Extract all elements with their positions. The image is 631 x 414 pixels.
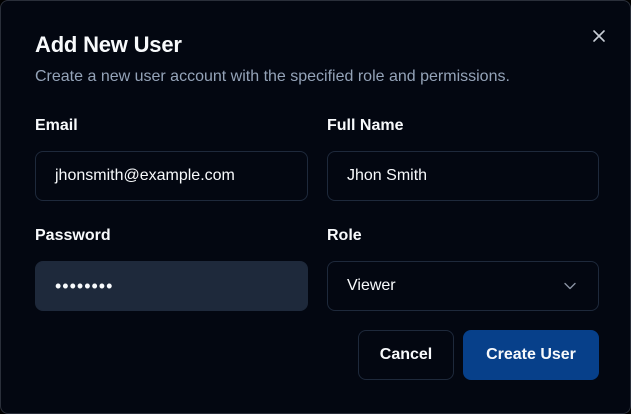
dialog-description: Create a new user account with the speci… (35, 68, 510, 85)
password-field[interactable]: •••••••• (35, 261, 308, 311)
full-name-value: Jhon Smith (347, 167, 428, 184)
email-value: jhonsmith@example.com (55, 167, 235, 184)
create-user-button[interactable]: Create User (463, 330, 599, 380)
password-label: Password (35, 227, 111, 244)
close-button[interactable] (589, 26, 609, 46)
full-name-label: Full Name (327, 117, 404, 134)
email-label: Email (35, 117, 78, 134)
email-field[interactable]: jhonsmith@example.com (35, 151, 308, 201)
full-name-field[interactable]: Jhon Smith (327, 151, 599, 201)
dialog-title: Add New User (35, 32, 182, 57)
chevron-down-icon (564, 282, 576, 290)
role-label: Role (327, 227, 362, 244)
cancel-button[interactable]: Cancel (358, 330, 454, 380)
role-selected-value: Viewer (347, 277, 396, 294)
add-user-dialog: Add New User Create a new user account w… (0, 0, 631, 414)
role-select[interactable]: Viewer (327, 261, 599, 311)
password-value: •••••••• (55, 275, 114, 296)
close-icon (593, 30, 605, 42)
